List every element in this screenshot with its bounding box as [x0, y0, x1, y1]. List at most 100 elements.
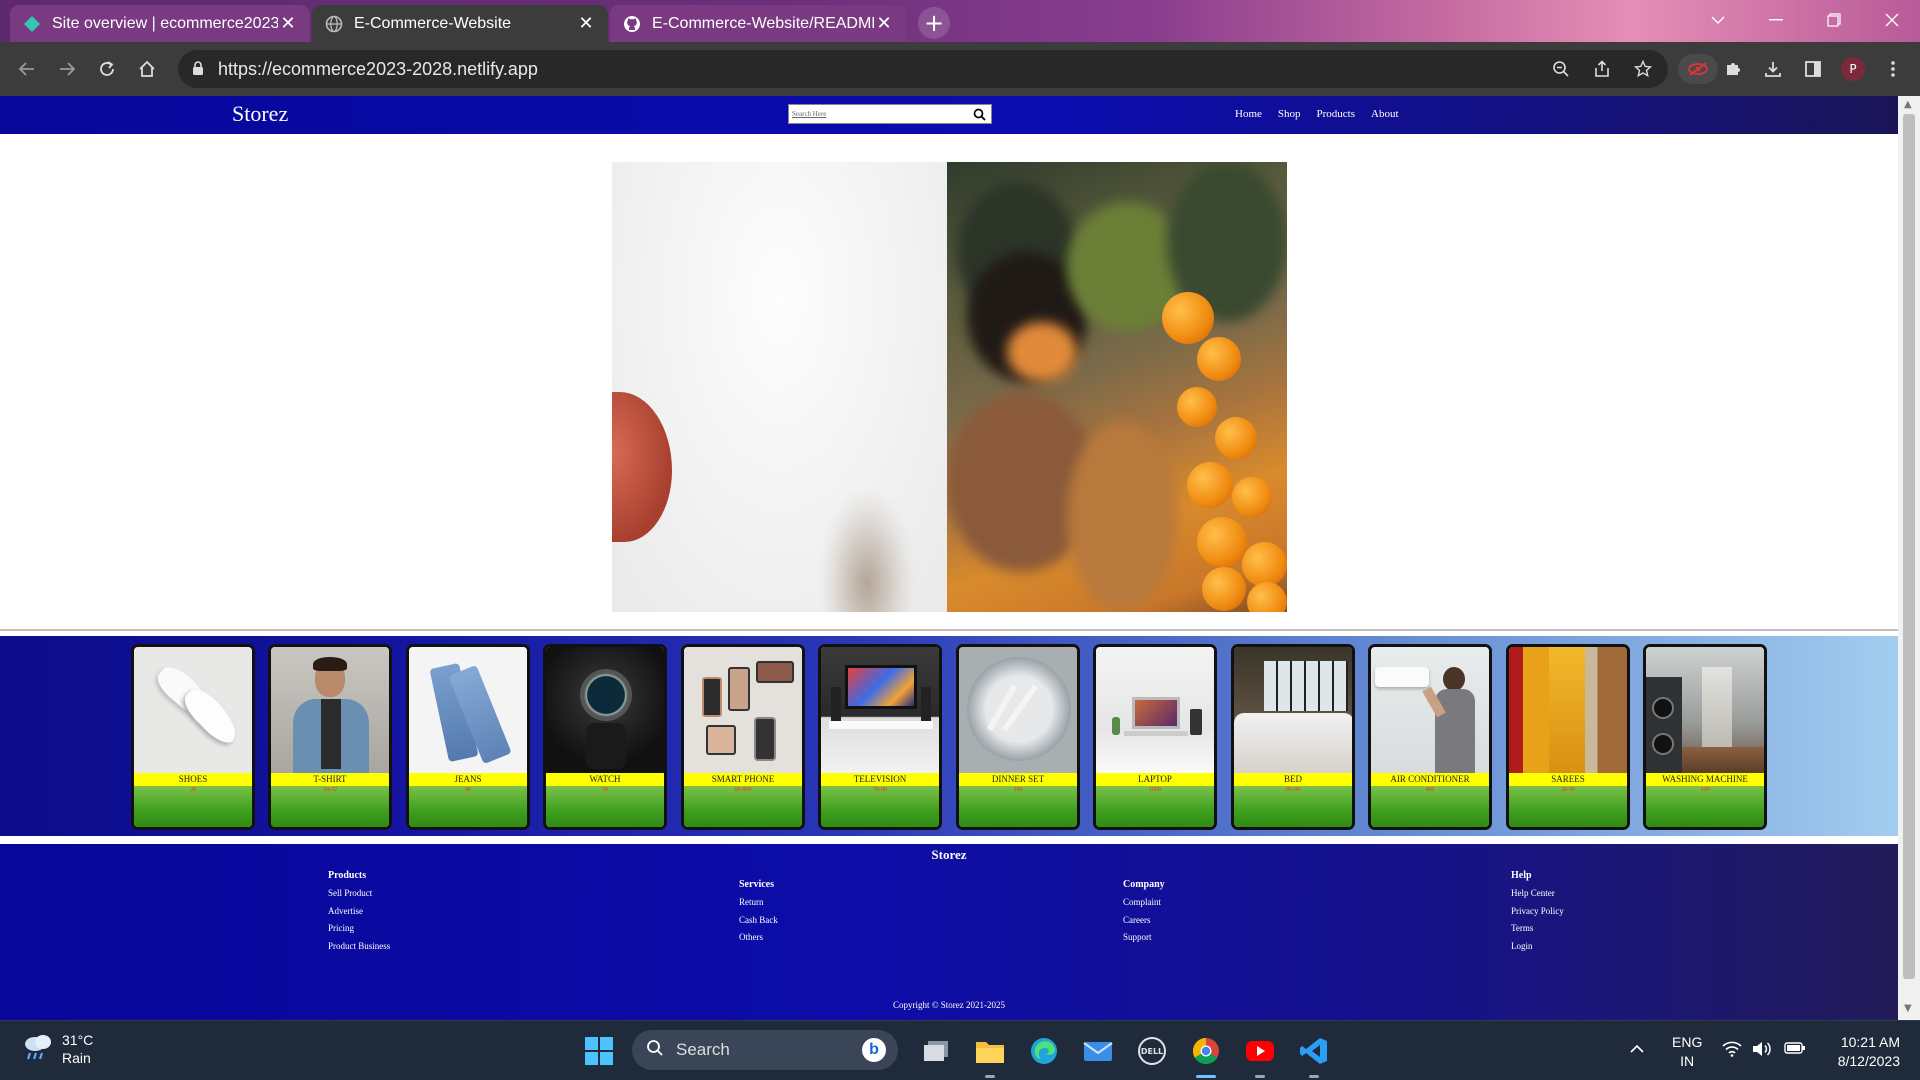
footer-link-support[interactable]: Support	[1123, 929, 1165, 947]
category-card-smartphone[interactable]: SMART PHONE 60-800	[681, 644, 805, 830]
footer-link-pricing[interactable]: Pricing	[328, 920, 390, 938]
scrollbar-thumb[interactable]	[1903, 114, 1915, 979]
share-icon[interactable]	[1587, 54, 1617, 84]
hero-image-grocery	[947, 162, 1287, 612]
category-card-air-conditioner[interactable]: AIR CONDITIONER 400	[1368, 644, 1492, 830]
footer-link-privacy-policy[interactable]: Privacy Policy	[1511, 903, 1564, 921]
tab-title: E-Commerce-Website	[354, 14, 512, 32]
clock[interactable]: 10:21 AM 8/12/2023	[1822, 1033, 1900, 1071]
address-bar[interactable]: https://ecommerce2023-2028.netlify.app	[178, 50, 1668, 88]
category-image	[1371, 647, 1489, 773]
nav-about[interactable]: About	[1371, 108, 1399, 120]
category-card-dinner-set[interactable]: DINNER SET 100	[956, 644, 1080, 830]
edge-icon[interactable]	[1026, 1033, 1062, 1069]
reload-icon[interactable]	[92, 54, 122, 84]
extension-eye-icon[interactable]	[1678, 54, 1718, 84]
footer-link-return[interactable]: Return	[739, 894, 778, 912]
tab-github-readme[interactable]: E-Commerce-Website/README.m ✕	[610, 5, 906, 42]
category-price: 20-30	[1561, 787, 1575, 793]
youtube-icon[interactable]	[1242, 1033, 1278, 1078]
vscode-icon[interactable]	[1296, 1033, 1332, 1078]
hero-banner	[612, 162, 1287, 612]
minimize-icon[interactable]	[1748, 0, 1804, 40]
browser-tab-strip: Site overview | ecommerce2023- ✕ E-Comme…	[0, 0, 1920, 42]
forward-arrow-icon[interactable]	[52, 54, 82, 84]
site-logo[interactable]: Storez	[232, 101, 288, 127]
hero-image-cloth	[612, 392, 672, 542]
footer-link-login[interactable]: Login	[1511, 938, 1564, 956]
footer-link-careers[interactable]: Careers	[1123, 912, 1165, 930]
weather-widget[interactable]: 31°C Rain	[22, 1031, 93, 1067]
scroll-down-arrow-icon[interactable]: ▼	[1904, 1004, 1914, 1014]
category-card-washing-machine[interactable]: WASHING MACHINE 500	[1643, 644, 1767, 830]
restore-icon[interactable]	[1806, 0, 1862, 40]
taskview-icon[interactable]	[918, 1033, 954, 1069]
footer-link-sell-product[interactable]: Sell Product	[328, 885, 390, 903]
tray-overflow-chevron-icon[interactable]	[1630, 1041, 1644, 1059]
category-card-watch[interactable]: WATCH 50	[543, 644, 667, 830]
dell-icon[interactable]: DELL	[1134, 1033, 1170, 1069]
wifi-icon[interactable]	[1722, 1041, 1742, 1062]
taskbar-search[interactable]: Search b	[632, 1030, 898, 1070]
category-image	[959, 647, 1077, 773]
speaker-icon[interactable]	[1752, 1041, 1772, 1062]
category-card-television[interactable]: TELEVISION 70-80	[818, 644, 942, 830]
extensions-puzzle-icon[interactable]	[1718, 54, 1748, 84]
mail-icon[interactable]	[1080, 1033, 1116, 1069]
language-indicator[interactable]: ENG IN	[1672, 1033, 1702, 1071]
running-indicator	[1309, 1075, 1319, 1078]
nav-products[interactable]: Products	[1317, 108, 1356, 120]
bookmark-star-icon[interactable]	[1628, 54, 1658, 84]
category-footer: 100	[959, 786, 1077, 827]
footer-link-complaint[interactable]: Complaint	[1123, 894, 1165, 912]
window-close-icon[interactable]	[1864, 0, 1920, 40]
file-explorer-icon[interactable]	[972, 1033, 1008, 1078]
category-card-jeans[interactable]: JEANS 40	[406, 644, 530, 830]
category-card-tshirt[interactable]: T-SHIRT 30-32	[268, 644, 392, 830]
close-icon[interactable]: ✕	[278, 13, 298, 34]
globe-icon	[324, 14, 344, 34]
search-input[interactable]	[789, 106, 969, 122]
clock-date: 8/12/2023	[1837, 1053, 1900, 1069]
scroll-up-arrow-icon[interactable]: ▲	[1904, 100, 1914, 110]
profile-avatar[interactable]: P	[1838, 54, 1868, 84]
zoom-icon[interactable]	[1546, 54, 1576, 84]
footer-link-product-business[interactable]: Product Business	[328, 938, 390, 956]
new-tab-button[interactable]: +	[918, 7, 950, 39]
chrome-icon[interactable]	[1188, 1033, 1224, 1078]
category-label: AIR CONDITIONER	[1371, 773, 1489, 786]
netlify-icon	[22, 14, 42, 34]
footer-link-others[interactable]: Others	[739, 929, 778, 947]
bing-icon[interactable]: b	[862, 1038, 886, 1062]
category-card-laptop[interactable]: LAPTOP 1000	[1093, 644, 1217, 830]
nav-shop[interactable]: Shop	[1278, 108, 1301, 120]
menu-kebab-icon[interactable]	[1878, 54, 1908, 84]
category-card-sarees[interactable]: SAREES 20-30	[1506, 644, 1630, 830]
back-arrow-icon[interactable]	[12, 54, 42, 84]
category-image	[1646, 647, 1764, 773]
section-divider	[0, 629, 1898, 631]
tab-site-overview[interactable]: Site overview | ecommerce2023- ✕	[10, 5, 310, 42]
nav-home[interactable]: Home	[1235, 108, 1262, 120]
battery-icon[interactable]	[1784, 1041, 1806, 1060]
lock-icon[interactable]	[192, 60, 204, 79]
category-card-shoes[interactable]: SHOES 20	[131, 644, 255, 830]
close-icon[interactable]: ✕	[576, 13, 596, 34]
tab-search-chevron-icon[interactable]	[1690, 0, 1746, 40]
side-panel-icon[interactable]	[1798, 54, 1828, 84]
search-icon[interactable]	[969, 105, 989, 123]
close-icon[interactable]: ✕	[874, 13, 894, 34]
category-card-bed[interactable]: BED 85-90	[1231, 644, 1355, 830]
footer-link-advertise[interactable]: Advertise	[328, 903, 390, 921]
footer-link-help-center[interactable]: Help Center	[1511, 885, 1564, 903]
windows-start-icon[interactable]	[584, 1036, 614, 1066]
footer-link-terms[interactable]: Terms	[1511, 920, 1564, 938]
download-icon[interactable]	[1758, 54, 1788, 84]
category-label: LAPTOP	[1096, 773, 1214, 786]
page-scrollbar[interactable]: ▲ ▼	[1898, 96, 1920, 1020]
search-icon	[646, 1039, 664, 1062]
footer-link-cash-back[interactable]: Cash Back	[739, 912, 778, 930]
home-icon[interactable]	[132, 54, 162, 84]
category-price: 70-80	[873, 787, 887, 793]
tab-ecommerce-website[interactable]: E-Commerce-Website ✕	[312, 5, 608, 42]
